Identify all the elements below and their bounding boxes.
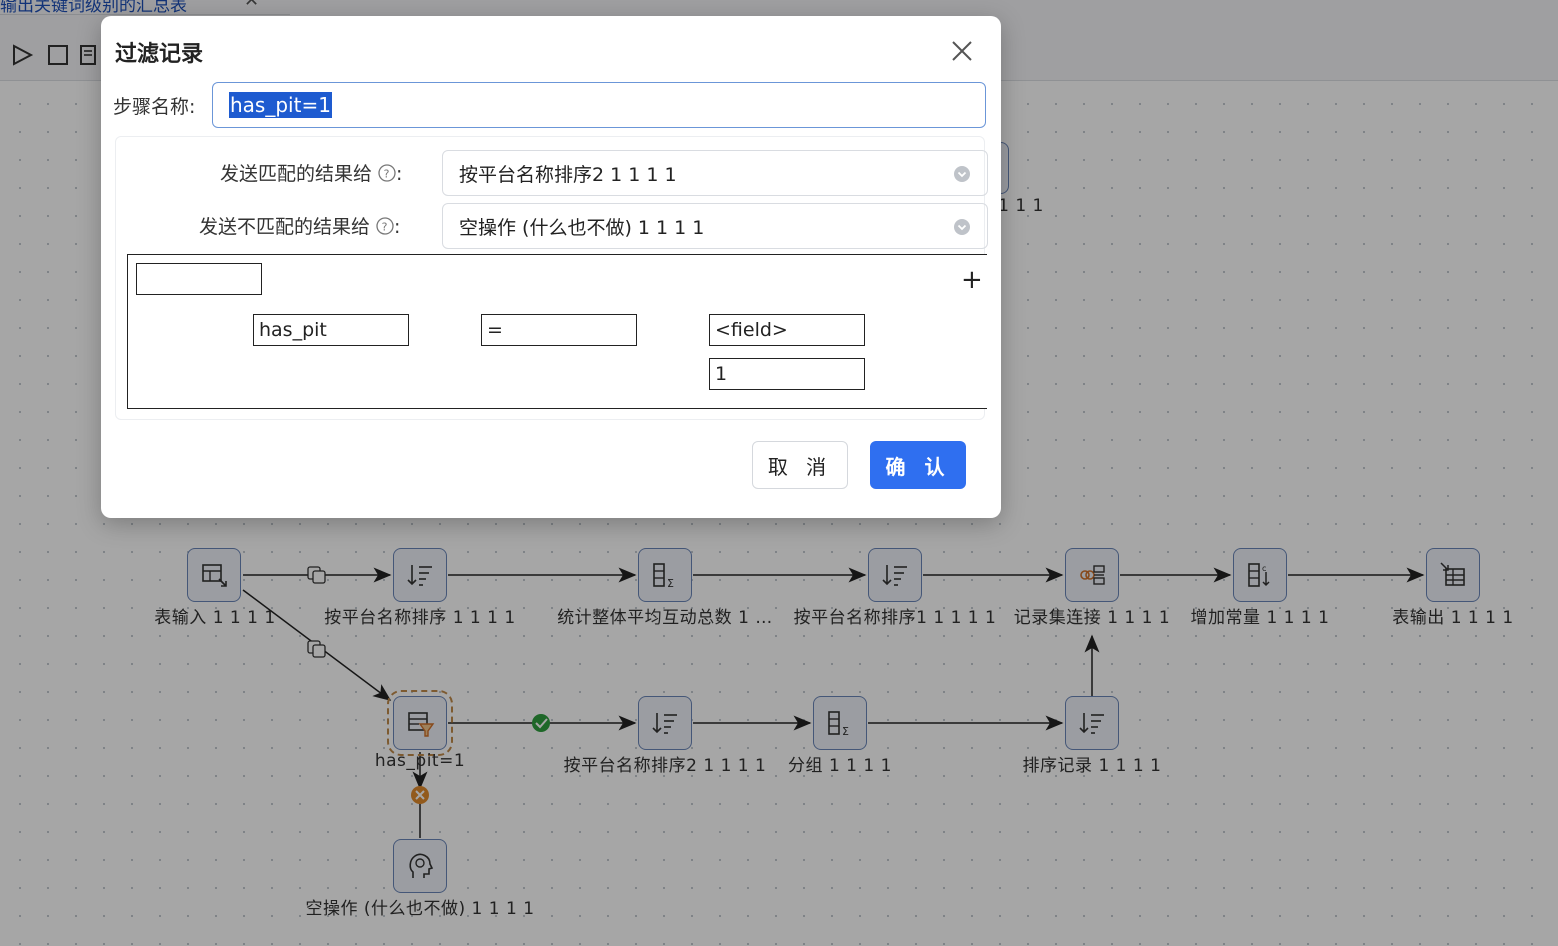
send-false-value: 空操作 (什么也不做) 1 1 1 1 bbox=[459, 216, 705, 239]
svg-text:?: ? bbox=[384, 168, 390, 181]
send-true-row-label: 发送匹配的结果给?: bbox=[220, 159, 402, 186]
svg-text:?: ? bbox=[382, 221, 388, 234]
colon: : bbox=[394, 216, 401, 238]
send-true-label: 发送匹配的结果给 bbox=[220, 163, 373, 185]
cancel-button[interactable]: 取 消 bbox=[752, 441, 848, 489]
step-name-value: has_pit=1 bbox=[229, 92, 332, 118]
filter-rows-dialog: 过滤记录 步骤名称: has_pit=1 发送匹配的结果给?: 按平台名称排序2… bbox=[101, 16, 1001, 518]
close-icon[interactable] bbox=[949, 38, 975, 64]
step-name-label: 步骤名称: bbox=[113, 96, 196, 118]
add-condition-icon[interactable]: + bbox=[961, 265, 983, 295]
condition-operator[interactable]: = bbox=[481, 314, 637, 346]
chevron-down-icon bbox=[954, 166, 970, 182]
condition-field[interactable]: has_pit bbox=[253, 314, 409, 346]
condition-negate-box[interactable] bbox=[136, 263, 262, 295]
colon: : bbox=[396, 163, 403, 185]
dialog-title: 过滤记录 bbox=[115, 42, 204, 67]
condition-value-type[interactable]: <field> bbox=[709, 314, 865, 346]
condition-value[interactable]: 1 bbox=[709, 358, 865, 390]
send-false-select[interactable]: 空操作 (什么也不做) 1 1 1 1 bbox=[442, 203, 988, 249]
confirm-button[interactable]: 确 认 bbox=[870, 441, 966, 489]
step-name-input[interactable]: has_pit=1 bbox=[212, 82, 986, 128]
help-icon[interactable]: ? bbox=[376, 217, 394, 235]
help-icon[interactable]: ? bbox=[378, 164, 396, 182]
send-false-row-label: 发送不匹配的结果给?: bbox=[199, 212, 400, 239]
send-false-label: 发送不匹配的结果给 bbox=[199, 216, 371, 238]
chevron-down-icon bbox=[954, 219, 970, 235]
send-true-value: 按平台名称排序2 1 1 1 1 bbox=[459, 163, 677, 186]
condition-editor[interactable]: + has_pit = <field> 1 bbox=[127, 254, 987, 409]
send-true-select[interactable]: 按平台名称排序2 1 1 1 1 bbox=[442, 150, 988, 196]
